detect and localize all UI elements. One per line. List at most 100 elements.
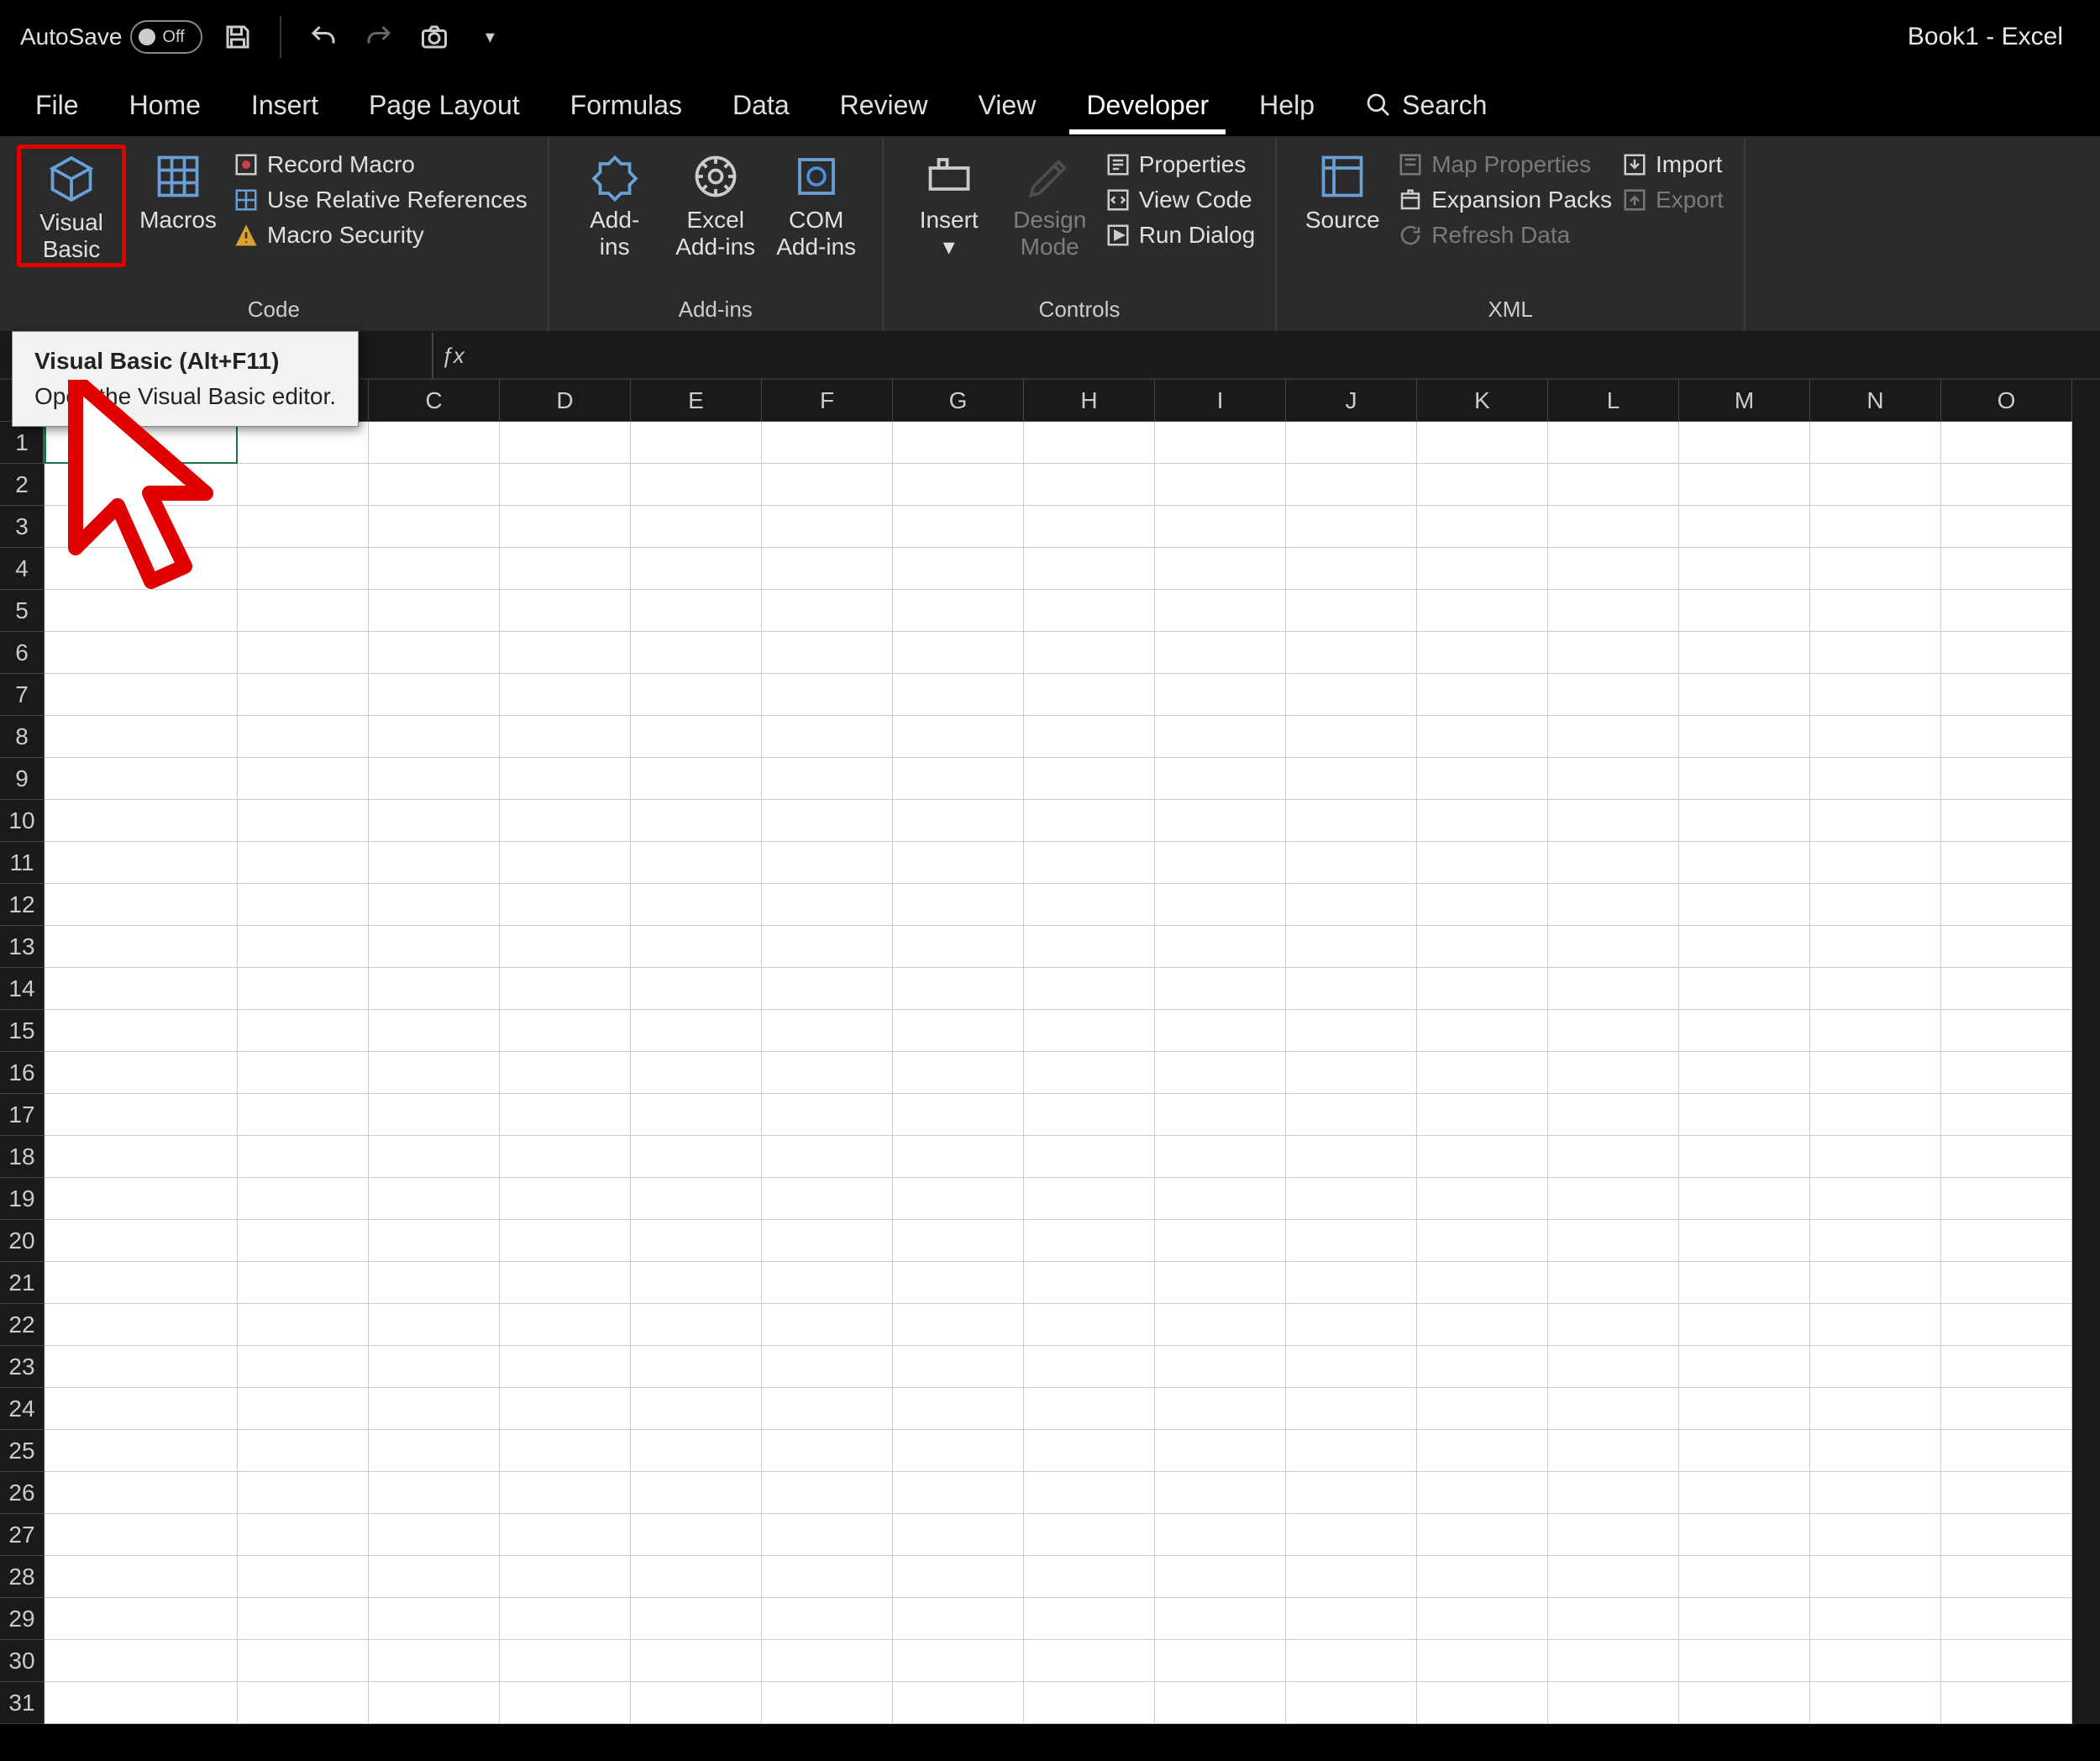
cell-B12[interactable]: [238, 884, 369, 926]
cell-A28[interactable]: [45, 1556, 238, 1598]
cell-J22[interactable]: [1286, 1304, 1417, 1346]
cell-O22[interactable]: [1941, 1304, 2072, 1346]
cell-M21[interactable]: [1679, 1262, 1810, 1304]
cell-G19[interactable]: [893, 1178, 1024, 1220]
cell-B31[interactable]: [238, 1682, 369, 1724]
cell-D29[interactable]: [500, 1598, 631, 1640]
cell-F21[interactable]: [762, 1262, 893, 1304]
cell-O7[interactable]: [1941, 674, 2072, 716]
cell-B22[interactable]: [238, 1304, 369, 1346]
cell-O10[interactable]: [1941, 800, 2072, 842]
cell-E2[interactable]: [631, 464, 762, 506]
cell-I29[interactable]: [1155, 1598, 1286, 1640]
cell-M28[interactable]: [1679, 1556, 1810, 1598]
cell-E12[interactable]: [631, 884, 762, 926]
row-header-5[interactable]: 5: [0, 590, 45, 632]
cell-E29[interactable]: [631, 1598, 762, 1640]
cell-O17[interactable]: [1941, 1094, 2072, 1136]
cell-C6[interactable]: [369, 632, 500, 674]
cell-E4[interactable]: [631, 548, 762, 590]
cell-G14[interactable]: [893, 968, 1024, 1010]
cell-A16[interactable]: [45, 1052, 238, 1094]
cell-F22[interactable]: [762, 1304, 893, 1346]
save-button[interactable]: [218, 17, 258, 57]
cell-I28[interactable]: [1155, 1556, 1286, 1598]
cell-D19[interactable]: [500, 1178, 631, 1220]
cell-K10[interactable]: [1417, 800, 1548, 842]
cell-A2[interactable]: [45, 464, 238, 506]
cell-M10[interactable]: [1679, 800, 1810, 842]
cell-L24[interactable]: [1548, 1388, 1679, 1430]
cell-K16[interactable]: [1417, 1052, 1548, 1094]
undo-button[interactable]: [303, 17, 344, 57]
row-header-13[interactable]: 13: [0, 926, 45, 968]
cell-A17[interactable]: [45, 1094, 238, 1136]
cell-N5[interactable]: [1810, 590, 1941, 632]
cell-I22[interactable]: [1155, 1304, 1286, 1346]
cell-J23[interactable]: [1286, 1346, 1417, 1388]
cell-C28[interactable]: [369, 1556, 500, 1598]
cell-B3[interactable]: [238, 506, 369, 548]
column-header-H[interactable]: H: [1024, 380, 1155, 422]
column-header-K[interactable]: K: [1417, 380, 1548, 422]
cell-L31[interactable]: [1548, 1682, 1679, 1724]
cell-M5[interactable]: [1679, 590, 1810, 632]
row-header-29[interactable]: 29: [0, 1598, 45, 1640]
cell-I7[interactable]: [1155, 674, 1286, 716]
fx-label[interactable]: ƒx: [433, 343, 472, 369]
cell-I9[interactable]: [1155, 758, 1286, 800]
cell-H19[interactable]: [1024, 1178, 1155, 1220]
cell-A12[interactable]: [45, 884, 238, 926]
cell-N10[interactable]: [1810, 800, 1941, 842]
cell-D24[interactable]: [500, 1388, 631, 1430]
cell-A26[interactable]: [45, 1472, 238, 1514]
cell-G15[interactable]: [893, 1010, 1024, 1052]
cell-C10[interactable]: [369, 800, 500, 842]
cell-H31[interactable]: [1024, 1682, 1155, 1724]
cell-K15[interactable]: [1417, 1010, 1548, 1052]
column-header-C[interactable]: C: [369, 380, 500, 422]
cell-C24[interactable]: [369, 1388, 500, 1430]
cell-D15[interactable]: [500, 1010, 631, 1052]
row-header-19[interactable]: 19: [0, 1178, 45, 1220]
cell-B4[interactable]: [238, 548, 369, 590]
cell-J25[interactable]: [1286, 1430, 1417, 1472]
cell-H26[interactable]: [1024, 1472, 1155, 1514]
cell-L17[interactable]: [1548, 1094, 1679, 1136]
cell-O24[interactable]: [1941, 1388, 2072, 1430]
cell-B8[interactable]: [238, 716, 369, 758]
cell-H17[interactable]: [1024, 1094, 1155, 1136]
cell-G12[interactable]: [893, 884, 1024, 926]
cell-N4[interactable]: [1810, 548, 1941, 590]
cell-F23[interactable]: [762, 1346, 893, 1388]
row-header-21[interactable]: 21: [0, 1262, 45, 1304]
cell-O30[interactable]: [1941, 1640, 2072, 1682]
cell-F12[interactable]: [762, 884, 893, 926]
cell-C15[interactable]: [369, 1010, 500, 1052]
cell-N11[interactable]: [1810, 842, 1941, 884]
cell-G11[interactable]: [893, 842, 1024, 884]
cell-K17[interactable]: [1417, 1094, 1548, 1136]
cell-J4[interactable]: [1286, 548, 1417, 590]
cell-I31[interactable]: [1155, 1682, 1286, 1724]
cell-E27[interactable]: [631, 1514, 762, 1556]
cell-O16[interactable]: [1941, 1052, 2072, 1094]
cell-G18[interactable]: [893, 1136, 1024, 1178]
cell-H27[interactable]: [1024, 1514, 1155, 1556]
cell-C31[interactable]: [369, 1682, 500, 1724]
add-ins-button[interactable]: Add-ins: [564, 143, 665, 260]
tab-help[interactable]: Help: [1234, 78, 1340, 133]
cell-M15[interactable]: [1679, 1010, 1810, 1052]
cell-O9[interactable]: [1941, 758, 2072, 800]
cell-G24[interactable]: [893, 1388, 1024, 1430]
cell-I13[interactable]: [1155, 926, 1286, 968]
cell-G6[interactable]: [893, 632, 1024, 674]
cell-K18[interactable]: [1417, 1136, 1548, 1178]
camera-button[interactable]: [414, 17, 454, 57]
expansion-packs-button[interactable]: Expansion Packs: [1398, 187, 1612, 213]
cell-C1[interactable]: [369, 422, 500, 464]
cell-B15[interactable]: [238, 1010, 369, 1052]
tab-file[interactable]: File: [10, 78, 104, 133]
cell-E31[interactable]: [631, 1682, 762, 1724]
cell-L2[interactable]: [1548, 464, 1679, 506]
